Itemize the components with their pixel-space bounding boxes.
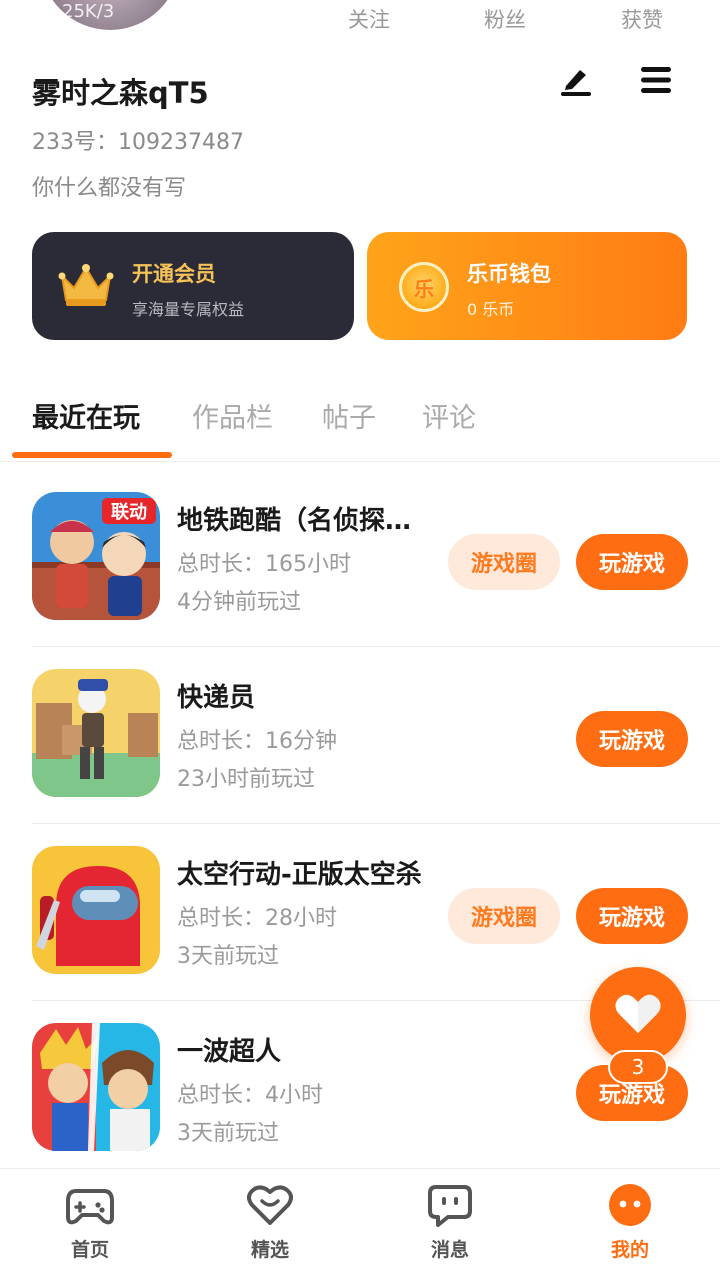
coin-icon: 乐: [399, 262, 449, 312]
profile-tabs: 最近在玩 作品栏 帖子 评论: [0, 390, 720, 462]
nav-label-home: 首页: [70, 1239, 109, 1261]
active-tab-indicator: [12, 452, 172, 458]
vip-subtitle: 享海量专属权益: [132, 300, 245, 319]
nav-item-home[interactable]: 首页: [0, 1169, 180, 1280]
game-name: 太空行动-正版太空杀: [177, 860, 422, 890]
list-item[interactable]: 快递员 总时长：16分钟 23小时前玩过 玩游戏: [0, 647, 720, 824]
tab-works[interactable]: 作品栏: [192, 396, 273, 435]
game-duration: 总时长：16分钟: [177, 729, 337, 754]
game-icon-courier: [32, 669, 160, 797]
like-count-badge: 3: [608, 1050, 668, 1084]
floating-like-button[interactable]: [590, 967, 686, 1063]
game-badge-text: 联动: [111, 502, 147, 523]
game-name: 一波超人: [177, 1037, 282, 1067]
game-name: 快递员: [177, 683, 256, 713]
game-last-played: 4分钟前玩过: [177, 590, 301, 615]
stat-likes[interactable]: 获赞: [621, 4, 663, 34]
vip-card[interactable]: 开通会员 享海量专属权益: [32, 232, 354, 340]
game-circle-button[interactable]: 游戏圈: [448, 888, 560, 944]
user-bio: 你什么都没有写: [32, 176, 187, 201]
profile-stats: 关注 粉丝 获赞: [0, 4, 720, 34]
nav-item-me[interactable]: 我的: [540, 1169, 720, 1280]
game-duration: 总时长：165小时: [177, 552, 351, 577]
wallet-balance: 0 乐币: [467, 300, 515, 319]
game-last-played: 23小时前玩过: [177, 767, 315, 792]
game-circle-button[interactable]: 游戏圈: [448, 534, 560, 590]
wallet-title: 乐币钱包: [467, 262, 551, 286]
profile-face-icon: [609, 1184, 651, 1226]
play-game-button[interactable]: 玩游戏: [576, 711, 688, 767]
tab-posts[interactable]: 帖子: [322, 396, 376, 435]
crown-icon: [58, 264, 114, 306]
game-icon-subway: 联动: [32, 492, 160, 620]
tab-recent-played[interactable]: 最近在玩: [32, 396, 140, 435]
play-game-button[interactable]: 玩游戏: [576, 534, 688, 590]
list-item[interactable]: 联动 地铁跑酷（名侦探柯南联动） 总时长：165小时 4分钟前玩过 游戏圈 玩游…: [0, 470, 720, 647]
game-name: 地铁跑酷（名侦探柯南联动）: [177, 506, 437, 536]
nav-item-featured[interactable]: 精选: [180, 1169, 360, 1280]
gamepad-icon: [66, 1189, 114, 1225]
coin-glyph: 乐: [414, 276, 434, 301]
edit-icon[interactable]: [558, 62, 594, 98]
nav-item-messages[interactable]: 消息: [360, 1169, 540, 1280]
nav-label-messages: 消息: [430, 1239, 469, 1261]
username: 雾时之森qT5: [32, 76, 209, 110]
message-icon: [428, 1185, 472, 1227]
nav-label-featured: 精选: [250, 1239, 289, 1261]
tab-comments[interactable]: 评论: [422, 396, 476, 435]
wallet-card[interactable]: 乐 乐币钱包 0 乐币: [367, 232, 687, 340]
bottom-nav: 首页 精选 消息 我的: [0, 1168, 720, 1280]
stat-following[interactable]: 关注: [348, 4, 390, 34]
game-duration: 总时长：4小时: [177, 1083, 323, 1108]
stat-followers[interactable]: 粉丝: [484, 4, 526, 34]
vip-title: 开通会员: [132, 262, 216, 286]
game-icon-space-action: [32, 846, 160, 974]
heart-icon: [615, 994, 661, 1033]
menu-icon[interactable]: [638, 62, 674, 98]
game-icon-superhero: [32, 1023, 160, 1151]
game-last-played: 3天前玩过: [177, 944, 279, 969]
play-game-button[interactable]: 玩游戏: [576, 888, 688, 944]
heart-bubble-icon: [247, 1185, 293, 1225]
game-last-played: 3天前玩过: [177, 1121, 279, 1146]
game-duration: 总时长：28小时: [177, 906, 337, 931]
user-id: 233号：109237487: [32, 130, 244, 155]
nav-label-me: 我的: [610, 1239, 649, 1261]
